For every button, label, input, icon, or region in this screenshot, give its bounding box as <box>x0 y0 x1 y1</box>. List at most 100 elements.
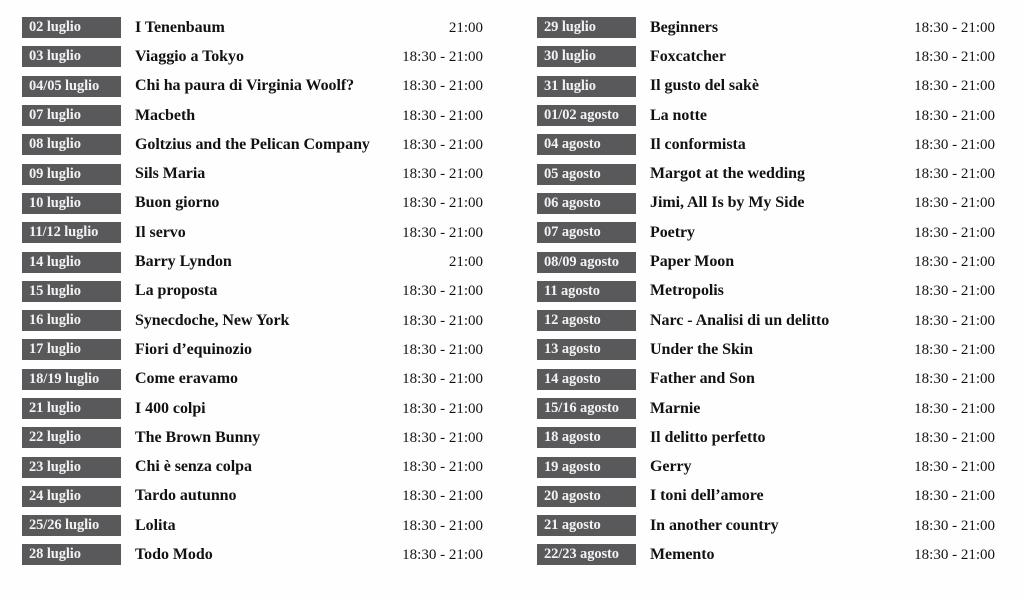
date-badge: 13 agosto <box>537 339 636 361</box>
schedule-row[interactable]: 04/05 luglio Chi ha paura di Virginia Woo… <box>22 72 483 101</box>
film-title[interactable]: Barry Lyndon <box>135 252 441 272</box>
date-badge: 23 luglio <box>22 456 121 478</box>
date-badge: 02 luglio <box>22 17 121 39</box>
date-badge: 12 agosto <box>537 310 636 332</box>
film-title[interactable]: Chi è senza colpa <box>135 457 394 477</box>
schedule-row[interactable]: 08/09 agosto Paper Moon 18:30 - 21:00 <box>537 247 995 276</box>
film-title[interactable]: Metropolis <box>650 281 906 301</box>
film-title[interactable]: Buon giorno <box>135 193 394 213</box>
schedule-row[interactable]: 22 luglio The Brown Bunny 18:30 - 21:00 <box>22 423 483 452</box>
film-title[interactable]: Il conformista <box>650 135 906 155</box>
film-title[interactable]: Il delitto perfetto <box>650 428 906 448</box>
schedule-row[interactable]: 24 luglio Tardo autunno 18:30 - 21:00 <box>22 482 483 511</box>
film-title[interactable]: The Brown Bunny <box>135 428 394 448</box>
film-title[interactable]: Narc - Analisi di un delitto <box>650 311 906 331</box>
film-title[interactable]: Marnie <box>650 399 906 419</box>
date-badge: 30 luglio <box>537 46 636 68</box>
schedule-row[interactable]: 16 luglio Synecdoche, New York 18:30 - 21:… <box>22 306 483 335</box>
schedule-row[interactable]: 23 luglio Chi è senza colpa 18:30 - 21:00 <box>22 452 483 481</box>
film-title[interactable]: Viaggio a Tokyo <box>135 47 394 67</box>
schedule-row[interactable]: 17 luglio Fiori d’equinozio 18:30 - 21:00 <box>22 335 483 364</box>
schedule-row[interactable]: 18/19 luglio Come eravamo 18:30 - 21:00 <box>22 365 483 394</box>
film-title[interactable]: Todo Modo <box>135 545 394 565</box>
film-title[interactable]: Under the Skin <box>650 340 906 360</box>
film-title[interactable]: Lolita <box>135 516 394 536</box>
film-title[interactable]: Chi ha paura di Virginia Woolf? <box>135 76 394 96</box>
film-title[interactable]: Come eravamo <box>135 369 394 389</box>
schedule-row[interactable]: 08 luglio Goltzius and the Pelican Compan… <box>22 130 483 159</box>
schedule-row[interactable]: 28 luglio Todo Modo 18:30 - 21:00 <box>22 540 483 569</box>
film-title[interactable]: Jimi, All Is by My Side <box>650 193 906 213</box>
date-badge: 18 agosto <box>537 427 636 449</box>
schedule-row[interactable]: 07 luglio Macbeth 18:30 - 21:00 <box>22 101 483 130</box>
film-title[interactable]: Goltzius and the Pelican Company <box>135 135 394 155</box>
screening-time: 18:30 - 21:00 <box>402 312 483 329</box>
schedule-row[interactable]: 21 luglio I 400 colpi 18:30 - 21:00 <box>22 394 483 423</box>
schedule-row[interactable]: 02 luglio I Tenenbaum 21:00 <box>22 13 483 42</box>
schedule-row[interactable]: 22/23 agosto Memento 18:30 - 21:00 <box>537 540 995 569</box>
date-badge: 31 luglio <box>537 75 636 97</box>
film-title[interactable]: Poetry <box>650 223 906 243</box>
schedule-row[interactable]: 06 agosto Jimi, All Is by My Side 18:30 - … <box>537 189 995 218</box>
schedule-row[interactable]: 21 agosto In another country 18:30 - 21:00 <box>537 511 995 540</box>
screening-time: 18:30 - 21:00 <box>914 283 995 300</box>
screening-time: 18:30 - 21:00 <box>402 341 483 358</box>
film-title[interactable]: Foxcatcher <box>650 47 906 67</box>
film-title[interactable]: Margot at the wedding <box>650 164 906 184</box>
date-badge: 22 luglio <box>22 427 121 449</box>
date-badge: 21 agosto <box>537 515 636 537</box>
film-title[interactable]: La notte <box>650 106 906 126</box>
date-badge: 16 luglio <box>22 310 121 332</box>
film-title[interactable]: Memento <box>650 545 906 565</box>
screening-time: 18:30 - 21:00 <box>402 283 483 300</box>
film-title[interactable]: I Tenenbaum <box>135 18 441 38</box>
schedule-row[interactable]: 15/16 agosto Marnie 18:30 - 21:00 <box>537 394 995 423</box>
film-title[interactable]: Tardo autunno <box>135 486 394 506</box>
schedule-row[interactable]: 09 luglio Sils Maria 18:30 - 21:00 <box>22 159 483 188</box>
schedule-row[interactable]: 30 luglio Foxcatcher 18:30 - 21:00 <box>537 42 995 71</box>
film-title[interactable]: Il gusto del sakè <box>650 76 906 96</box>
film-title[interactable]: Synecdoche, New York <box>135 311 394 331</box>
film-title[interactable]: Fiori d’equinozio <box>135 340 394 360</box>
screening-time: 18:30 - 21:00 <box>402 371 483 388</box>
screening-time: 21:00 <box>448 254 483 271</box>
schedule-row[interactable]: 20 agosto I toni dell’amore 18:30 - 21:00 <box>537 482 995 511</box>
film-title[interactable]: Father and Son <box>650 369 906 389</box>
date-badge: 20 agosto <box>537 485 636 507</box>
screening-time: 18:30 - 21:00 <box>914 459 995 476</box>
schedule-row[interactable]: 03 luglio Viaggio a Tokyo 18:30 - 21:00 <box>22 42 483 71</box>
film-title[interactable]: Sils Maria <box>135 164 394 184</box>
schedule-row[interactable]: 19 agosto Gerry 18:30 - 21:00 <box>537 452 995 481</box>
schedule-row[interactable]: 15 luglio La proposta 18:30 - 21:00 <box>22 277 483 306</box>
schedule-row[interactable]: 07 agosto Poetry 18:30 - 21:00 <box>537 218 995 247</box>
schedule-row[interactable]: 25/26 luglio Lolita 18:30 - 21:00 <box>22 511 483 540</box>
schedule-row[interactable]: 01/02 agosto La notte 18:30 - 21:00 <box>537 101 995 130</box>
schedule-row[interactable]: 14 luglio Barry Lyndon 21:00 <box>22 247 483 276</box>
film-title[interactable]: Beginners <box>650 18 906 38</box>
schedule-row[interactable]: 11 agosto Metropolis 18:30 - 21:00 <box>537 277 995 306</box>
screening-time: 18:30 - 21:00 <box>402 107 483 124</box>
schedule-row[interactable]: 11/12 luglio Il servo 18:30 - 21:00 <box>22 218 483 247</box>
film-title[interactable]: In another country <box>650 516 906 536</box>
film-title[interactable]: La proposta <box>135 281 394 301</box>
date-badge: 09 luglio <box>22 163 121 185</box>
date-badge: 29 luglio <box>537 17 636 39</box>
date-badge: 10 luglio <box>22 192 121 214</box>
screening-time: 18:30 - 21:00 <box>914 312 995 329</box>
schedule-row[interactable]: 13 agosto Under the Skin 18:30 - 21:00 <box>537 335 995 364</box>
film-title[interactable]: Il servo <box>135 223 394 243</box>
film-title[interactable]: Paper Moon <box>650 252 906 272</box>
schedule-row[interactable]: 14 agosto Father and Son 18:30 - 21:00 <box>537 365 995 394</box>
film-title[interactable]: I 400 colpi <box>135 399 394 419</box>
schedule-row[interactable]: 29 luglio Beginners 18:30 - 21:00 <box>537 13 995 42</box>
schedule-row[interactable]: 10 luglio Buon giorno 18:30 - 21:00 <box>22 189 483 218</box>
schedule-row[interactable]: 31 luglio Il gusto del sakè 18:30 - 21:00 <box>537 72 995 101</box>
film-title[interactable]: Macbeth <box>135 106 394 126</box>
film-title[interactable]: I toni dell’amore <box>650 486 906 506</box>
date-badge: 01/02 agosto <box>537 105 636 127</box>
film-title[interactable]: Gerry <box>650 457 906 477</box>
schedule-row[interactable]: 04 agosto Il conformista 18:30 - 21:00 <box>537 130 995 159</box>
schedule-row[interactable]: 12 agosto Narc - Analisi di un delitto 18:… <box>537 306 995 335</box>
schedule-row[interactable]: 05 agosto Margot at the wedding 18:30 - 21… <box>537 159 995 188</box>
schedule-row[interactable]: 18 agosto Il delitto perfetto 18:30 - 21:0… <box>537 423 995 452</box>
